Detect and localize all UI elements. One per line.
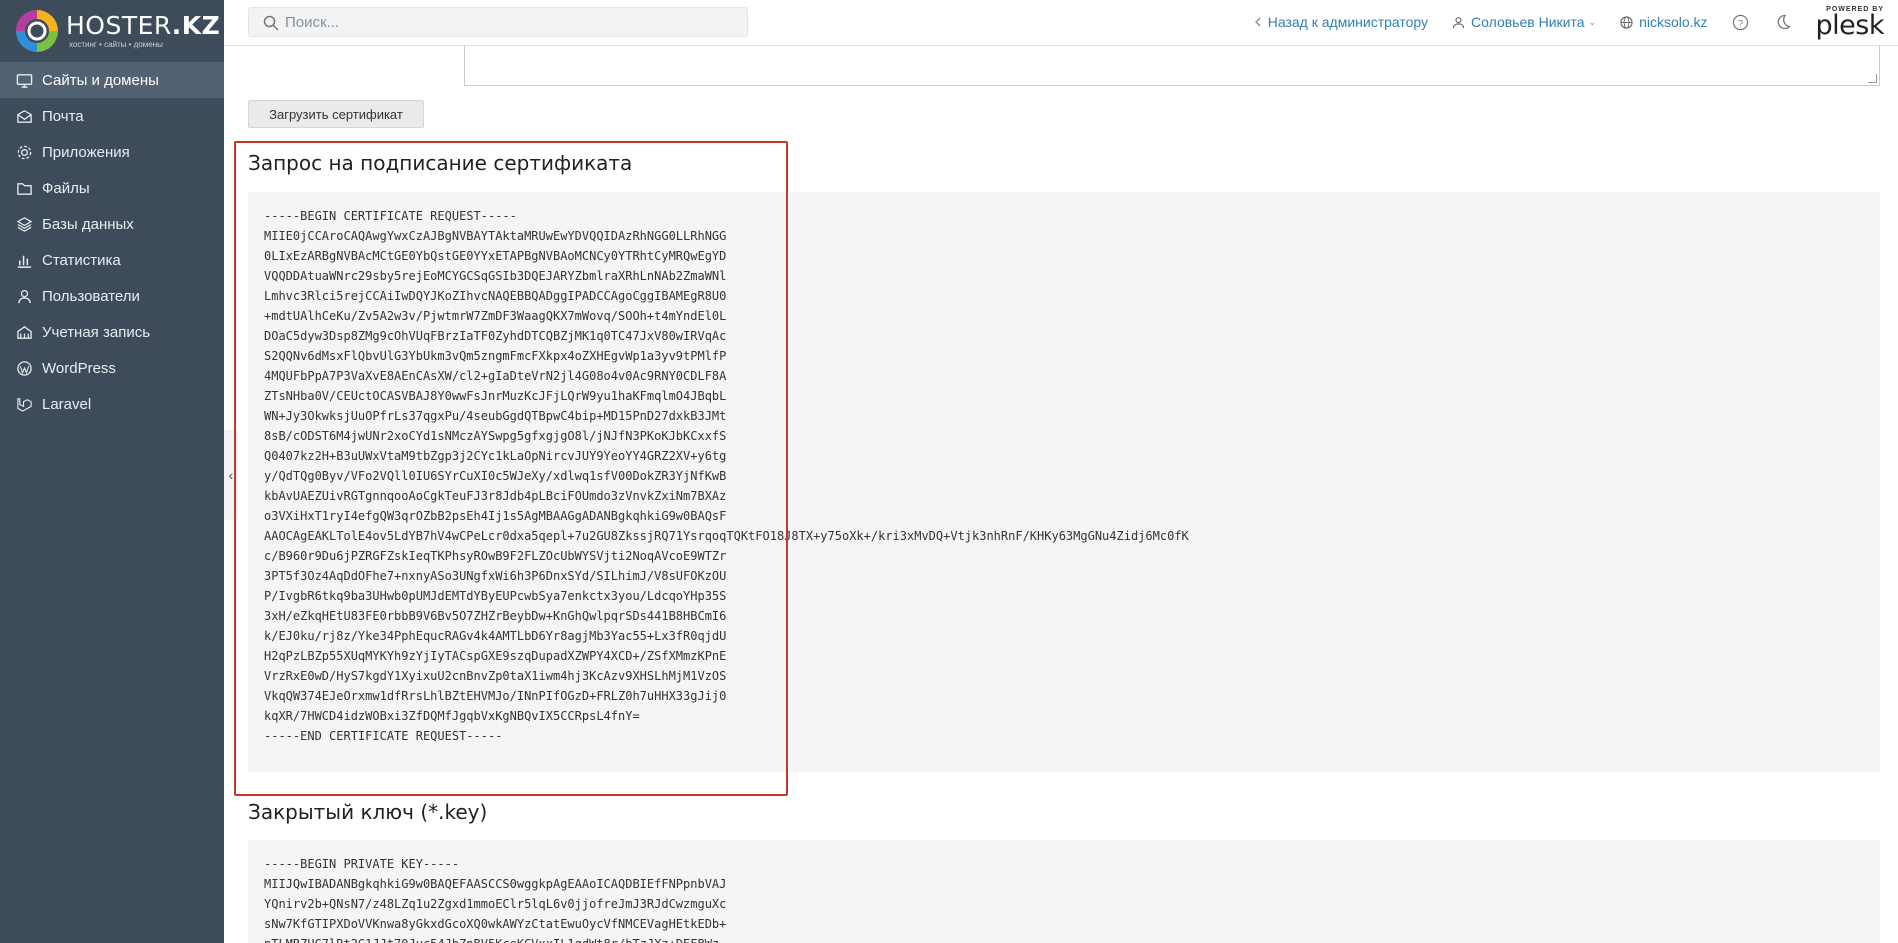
resize-grip-icon[interactable] [1868,74,1877,83]
svg-text:?: ? [1738,18,1743,29]
app-window: HOSTER.KZ хостинг • сайты • домены Сайты… [0,0,1898,943]
main-content: Загрузить сертификат Запрос на подписани… [224,46,1898,943]
logo-tld: .KZ [171,11,221,40]
sidebar-item-statistics[interactable]: Статистика [0,242,224,278]
topbar-actions: Назад к администратору Соловьев Никита ⌄… [1254,0,1898,44]
private-key-code-block[interactable]: -----BEGIN PRIVATE KEY----- MIIJQwIBADAN… [248,840,1880,943]
sidebar-item-label: Базы данных [42,215,134,233]
chevron-left-icon [1254,17,1262,27]
user-name-label: Соловьев Никита [1471,14,1585,30]
sidebar-item-users[interactable]: Пользователи [0,278,224,314]
sidebar-item-label: Статистика [42,251,121,269]
logo-mark-icon [14,8,60,54]
logo-tagline: хостинг • сайты • домены [69,40,163,49]
plesk-logo: POWERED BY plesk [1815,6,1885,41]
csr-section-title: Запрос на подписание сертификата [248,151,633,175]
sidebar-item-label: Пользователи [42,287,140,305]
sidebar-item-files[interactable]: Файлы [0,170,224,206]
laravel-icon [15,395,33,413]
topbar: Назад к администратору Соловьев Никита ⌄… [224,0,1898,46]
sidebar-item-wordpress[interactable]: WordPress [0,350,224,386]
sidebar: HOSTER.KZ хостинг • сайты • домены Сайты… [0,0,224,943]
mail-icon [15,107,33,125]
upload-certificate-button[interactable]: Загрузить сертификат [248,100,424,128]
csr-code-block[interactable]: -----BEGIN CERTIFICATE REQUEST----- MIIE… [248,192,1880,772]
back-to-admin-label: Назад к администратору [1267,14,1429,30]
brand-logo[interactable]: HOSTER.KZ хостинг • сайты • домены [0,0,224,62]
sidebar-item-label: Учетная запись [42,323,151,341]
chevron-down-icon: ⌄ [1588,16,1597,27]
search-icon [263,15,279,31]
monitor-icon [15,71,33,89]
sidebar-nav: Сайты и домены Почта Приложения Файлы Ба… [0,62,224,422]
domain-link[interactable]: nicksolo.kz [1620,14,1708,30]
account-icon [15,323,33,341]
sidebar-item-sites-domains[interactable]: Сайты и домены [0,62,224,98]
folder-icon [15,179,33,197]
dark-mode-icon[interactable] [1774,13,1792,31]
sidebar-item-mail[interactable]: Почта [0,98,224,134]
sidebar-item-label: Сайты и домены [42,71,159,89]
plesk-wordmark: plesk [1815,9,1885,41]
globe-icon [1620,15,1633,29]
search-input[interactable] [285,13,725,31]
sidebar-item-label: Laravel [42,395,92,413]
wordpress-icon [15,359,33,377]
layers-icon [15,215,33,233]
gear-icon [15,143,33,161]
domain-label: nicksolo.kz [1639,14,1708,30]
user-icon [15,287,33,305]
sidebar-item-label: WordPress [42,359,116,377]
search-box [248,7,748,37]
sidebar-item-account[interactable]: Учетная запись [0,314,224,350]
back-to-admin-link[interactable]: Назад к администратору [1254,14,1428,30]
bar-chart-icon [15,251,33,269]
sidebar-item-label: Почта [42,107,84,125]
logo-name: HOSTER [66,11,172,40]
help-icon[interactable]: ? [1732,13,1750,31]
sidebar-item-label: Приложения [42,143,130,161]
sidebar-item-databases[interactable]: Базы данных [0,206,224,242]
user-icon [1452,16,1465,29]
user-menu[interactable]: Соловьев Никита ⌄ [1452,14,1596,30]
certificate-textarea[interactable] [464,46,1880,86]
private-key-section-title: Закрытый ключ (*.key) [248,800,488,824]
sidebar-item-applications[interactable]: Приложения [0,134,224,170]
sidebar-item-laravel[interactable]: Laravel [0,386,224,422]
sidebar-item-label: Файлы [42,179,90,197]
